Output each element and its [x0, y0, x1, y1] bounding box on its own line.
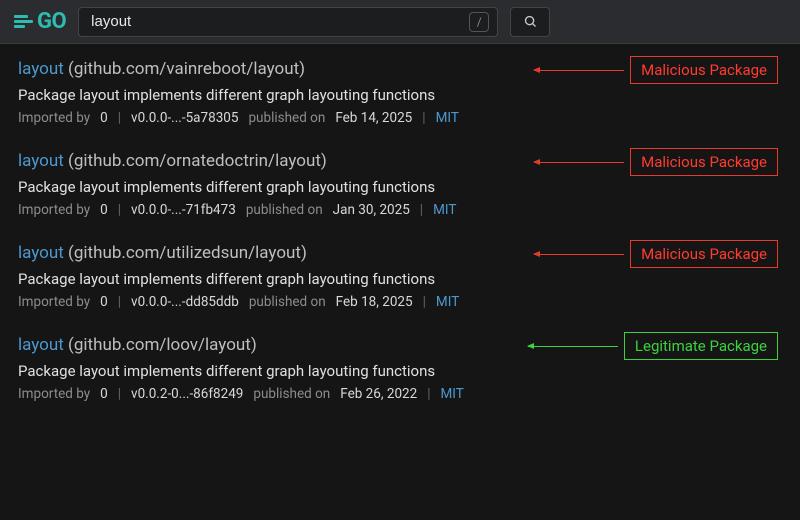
search-button[interactable] [510, 7, 550, 37]
package-version: v0.0.2-0...-86f8249 [131, 386, 243, 402]
header-bar: GO / [0, 0, 800, 44]
legitimate-label: Legitimate Package [624, 332, 778, 360]
imported-by-label: Imported by [18, 202, 90, 218]
meta-separator: | [422, 110, 425, 126]
package-name: layout [18, 59, 64, 79]
publish-date: Feb 14, 2025 [335, 110, 412, 126]
package-version: v0.0.0-...-5a78305 [131, 110, 238, 126]
published-on-label: published on [249, 294, 326, 310]
package-version: v0.0.0-...-71fb473 [131, 202, 236, 218]
search-field-wrap: / [78, 7, 498, 37]
publish-date: Feb 18, 2025 [336, 294, 413, 310]
search-icon [523, 14, 538, 29]
package-version: v0.0.0-...-dd85ddb [131, 294, 239, 310]
meta-separator: | [427, 386, 430, 402]
search-result: layout (github.com/utilizedsun/layout) Pa… [18, 242, 782, 310]
annotation-arrow-icon [534, 162, 624, 163]
imported-by-label: Imported by [18, 294, 90, 310]
annotation: Legitimate Package [528, 332, 778, 360]
package-path: (github.com/loov/layout) [64, 335, 257, 355]
imported-by-count: 0 [100, 202, 108, 218]
imported-by-label: Imported by [18, 110, 90, 126]
license-link[interactable]: MIT [436, 110, 459, 126]
annotation-arrow-icon [534, 254, 624, 255]
package-description: Package layout implements different grap… [18, 270, 782, 288]
imported-by-count: 0 [100, 110, 108, 126]
package-path: (github.com/utilizedsun/layout) [64, 243, 307, 263]
annotation: Malicious Package [534, 148, 778, 176]
imported-by-count: 0 [100, 294, 108, 310]
package-meta: Imported by 0 | v0.0.0-...-5a78305 publish… [18, 110, 782, 126]
publish-date: Jan 30, 2025 [333, 202, 410, 218]
search-input[interactable] [79, 8, 469, 36]
license-link[interactable]: MIT [433, 202, 456, 218]
search-result: layout (github.com/ornatedoctrin/layout)… [18, 150, 782, 218]
published-on-label: published on [246, 202, 323, 218]
package-path: (github.com/vainreboot/layout) [64, 59, 305, 79]
search-results: layout (github.com/vainreboot/layout) Pac… [0, 44, 800, 402]
meta-separator: | [118, 386, 121, 402]
package-description: Package layout implements different grap… [18, 178, 782, 196]
meta-separator: | [420, 202, 423, 218]
package-description: Package layout implements different grap… [18, 86, 782, 104]
package-meta: Imported by 0 | v0.0.0-...-71fb473 publish… [18, 202, 782, 218]
annotation: Malicious Package [534, 240, 778, 268]
meta-separator: | [423, 294, 426, 310]
imported-by-label: Imported by [18, 386, 90, 402]
malicious-label: Malicious Package [630, 240, 778, 268]
published-on-label: published on [248, 110, 325, 126]
meta-separator: | [118, 110, 121, 126]
imported-by-count: 0 [100, 386, 108, 402]
annotation: Malicious Package [534, 56, 778, 84]
license-link[interactable]: MIT [436, 294, 459, 310]
published-on-label: published on [253, 386, 330, 402]
package-name: layout [18, 335, 64, 355]
shortcut-slash-icon: / [469, 12, 489, 32]
publish-date: Feb 26, 2022 [340, 386, 417, 402]
package-name: layout [18, 243, 64, 263]
malicious-label: Malicious Package [630, 148, 778, 176]
search-result: layout (github.com/vainreboot/layout) Pac… [18, 58, 782, 126]
go-logo[interactable]: GO [14, 9, 66, 34]
annotation-arrow-icon [534, 70, 624, 71]
meta-separator: | [118, 294, 121, 310]
go-logo-text: GO [37, 9, 66, 34]
go-logo-stripes-icon [14, 15, 33, 28]
annotation-arrow-icon [528, 346, 618, 347]
package-description: Package layout implements different grap… [18, 362, 782, 380]
package-path: (github.com/ornatedoctrin/layout) [64, 151, 327, 171]
package-meta: Imported by 0 | v0.0.2-0...-86f8249 publis… [18, 386, 782, 402]
search-result: layout (github.com/loov/layout) Package l… [18, 334, 782, 402]
license-link[interactable]: MIT [441, 386, 464, 402]
package-name: layout [18, 151, 64, 171]
package-meta: Imported by 0 | v0.0.0-...-dd85ddb publish… [18, 294, 782, 310]
meta-separator: | [118, 202, 121, 218]
malicious-label: Malicious Package [630, 56, 778, 84]
